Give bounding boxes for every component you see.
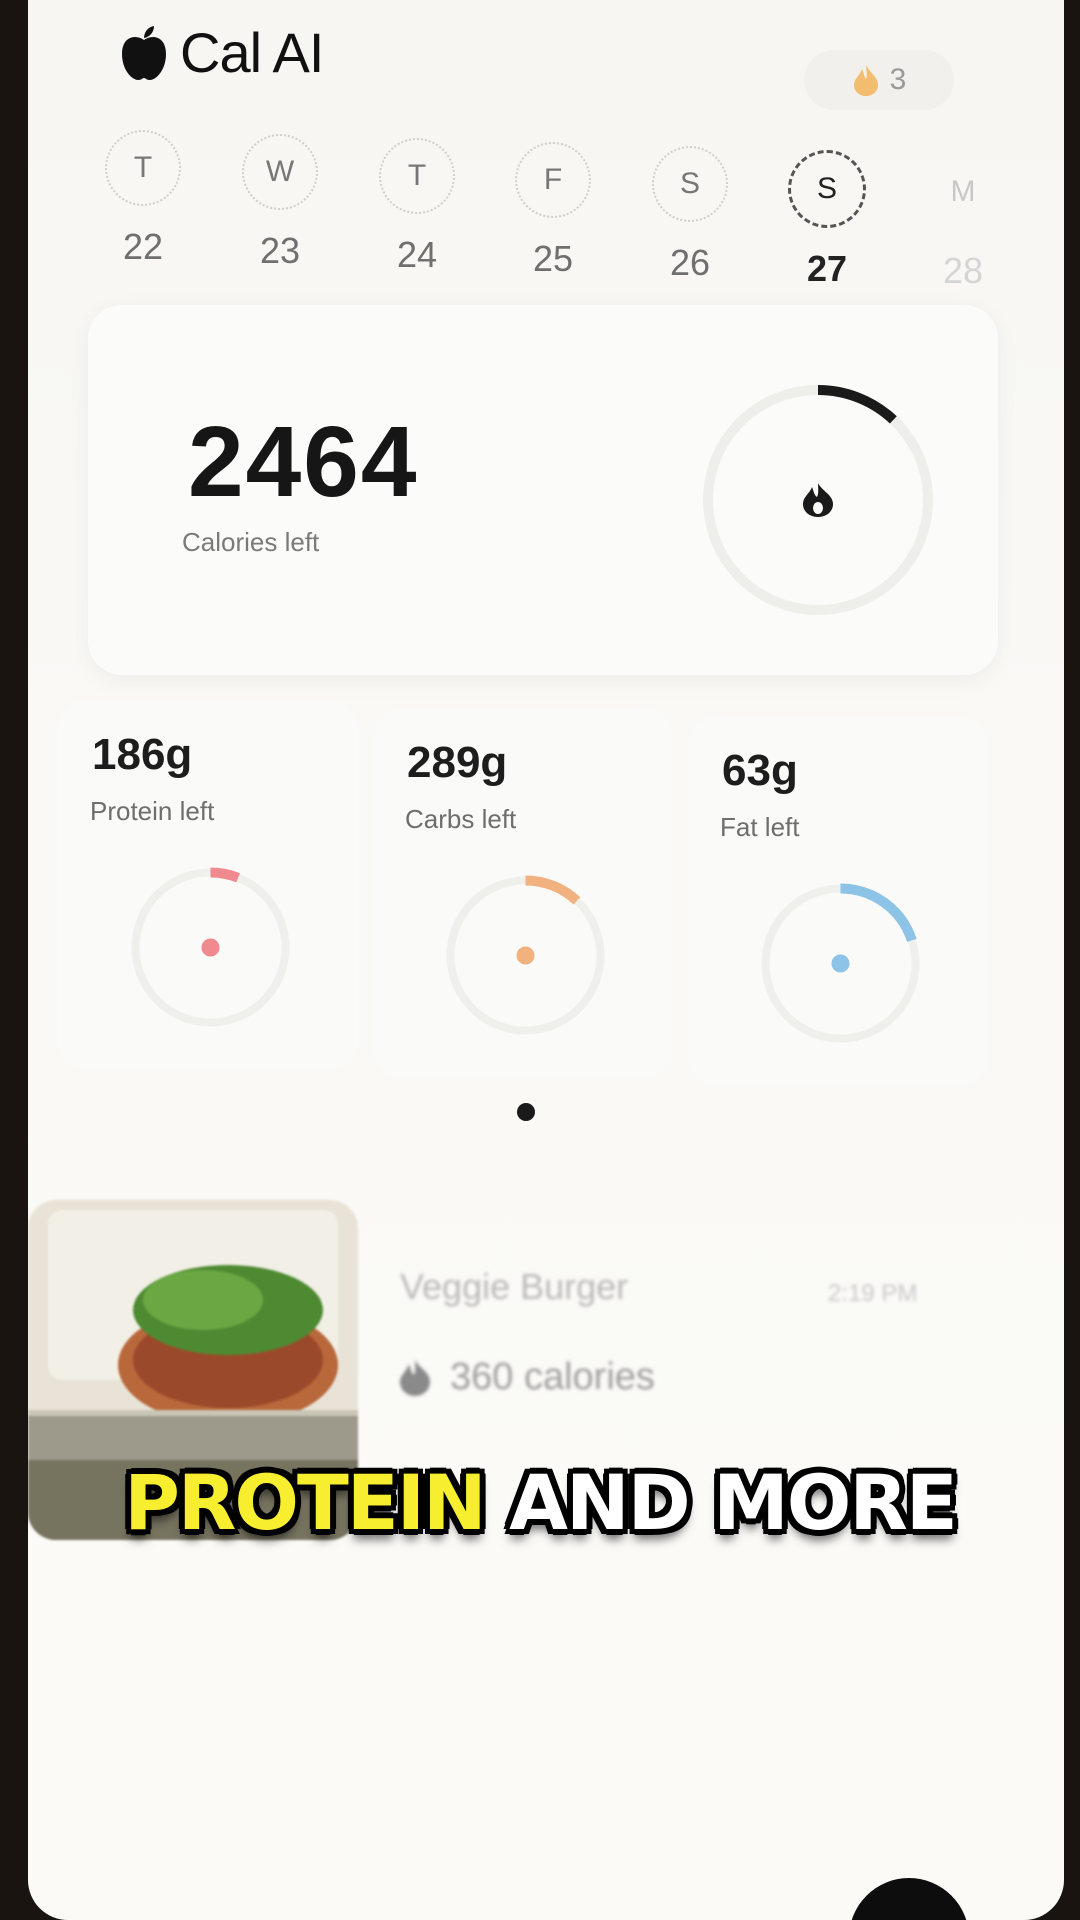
phone-screen: Cal AI 3 T 22 W 23 T 24 F 25 S 26 S 27 M 28 2464 Calo… <box>28 0 1064 1920</box>
week-day-date: 25 <box>532 238 574 279</box>
wheat-icon <box>516 946 535 965</box>
week-day-letter: T <box>379 138 455 214</box>
week-day-date: 27 <box>806 248 848 289</box>
flame-icon <box>803 483 833 517</box>
apple-logo-icon <box>122 25 166 80</box>
caption-highlight: PROTEIN <box>124 1458 486 1547</box>
fat-card[interactable]: 63g Fat left <box>688 716 988 1086</box>
page-indicator[interactable] <box>28 1103 1064 1121</box>
calories-card[interactable]: 2464 Calories left <box>88 305 998 675</box>
week-day-letter: S <box>788 150 866 228</box>
bottom-fab-edge[interactable] <box>849 1878 969 1920</box>
streak-badge[interactable]: 3 <box>804 50 954 110</box>
week-day-date: 28 <box>942 250 984 291</box>
protein-card[interactable]: 186g Protein left <box>58 700 358 1070</box>
week-day[interactable]: W 23 <box>235 134 325 272</box>
week-day[interactable]: T 22 <box>98 130 188 268</box>
week-day-date: 23 <box>259 230 301 271</box>
meal-calories-text: 360 calories <box>450 1356 655 1398</box>
flame-icon <box>853 65 878 96</box>
meal-time: 2:19 PM <box>828 1280 918 1307</box>
week-day-letter: S <box>652 146 728 222</box>
carbs-progress-ring <box>445 875 606 1036</box>
week-day-letter: T <box>105 130 181 206</box>
protein-left-label: Protein left <box>90 796 215 826</box>
droplet-icon <box>831 954 850 973</box>
week-day-letter: W <box>242 134 318 210</box>
protein-left-value: 186g <box>92 730 193 779</box>
week-day-date: 22 <box>122 226 164 267</box>
fat-left-label: Fat left <box>720 812 800 842</box>
app-brand: Cal AI <box>118 20 324 85</box>
calories-progress-ring <box>703 385 933 615</box>
meal-calories: 360 calories <box>400 1356 655 1399</box>
week-strip: T 22 W 23 T 24 F 25 S 26 S 27 M 28 <box>98 130 1018 292</box>
app-title: Cal AI <box>180 21 324 84</box>
fat-left-value: 63g <box>722 746 798 795</box>
calories-left-value: 2464 <box>188 406 419 518</box>
week-day-date: 24 <box>396 234 438 275</box>
video-caption: PROTEIN AND MORE <box>0 1458 1080 1547</box>
calories-left-label: Calories left <box>182 527 320 557</box>
meal-name: Veggie Burger <box>400 1266 629 1307</box>
carbs-left-value: 289g <box>407 738 508 787</box>
week-day-date: 26 <box>669 242 711 283</box>
carbs-left-label: Carbs left <box>405 804 517 834</box>
week-day[interactable]: S 27 <box>782 150 872 290</box>
week-day-letter: F <box>515 142 591 218</box>
fat-progress-ring <box>760 883 921 1044</box>
week-day-letter: M <box>950 175 976 208</box>
carbs-card[interactable]: 289g Carbs left <box>373 708 673 1078</box>
week-day[interactable]: S 26 <box>645 146 735 284</box>
flame-icon <box>400 1359 430 1396</box>
week-day[interactable]: T 24 <box>372 138 462 276</box>
streak-count: 3 <box>889 63 907 96</box>
protein-progress-ring <box>130 867 291 1028</box>
week-day[interactable]: F 25 <box>508 142 598 280</box>
page-dot-active <box>517 1103 535 1121</box>
week-day[interactable]: M 28 <box>918 154 1008 292</box>
caption-rest: AND MORE <box>509 1458 958 1547</box>
drumstick-icon <box>201 938 220 957</box>
